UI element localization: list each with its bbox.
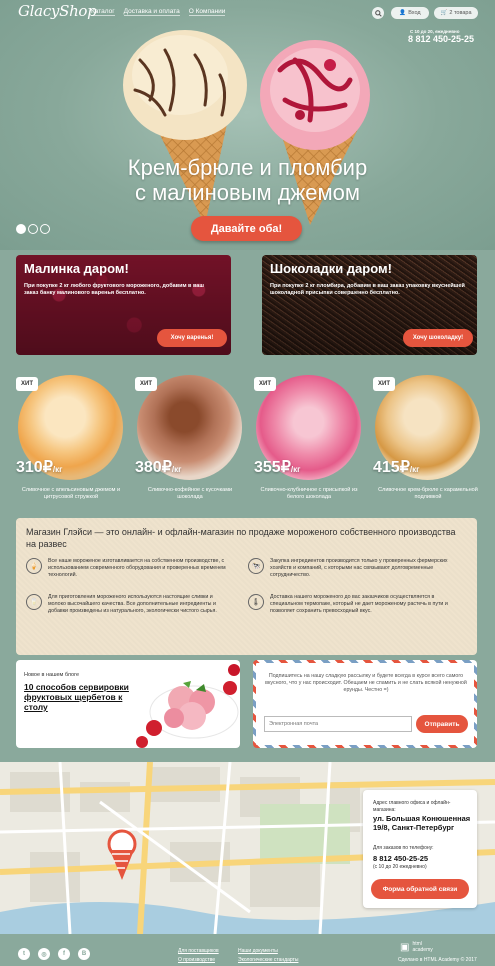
newsletter-card: Подпишитесь на нашу сладкую рассылку и б… xyxy=(253,660,477,748)
product-price: 310₽/кг xyxy=(16,459,63,476)
promo-button[interactable]: Хочу шоколадку! xyxy=(403,329,473,347)
feedback-button[interactable]: Форма обратной связи xyxy=(371,879,469,899)
feature-text: Доставка нашего мороженого до вас заказч… xyxy=(270,594,448,614)
email-field[interactable] xyxy=(264,716,412,732)
twitter-icon[interactable]: t xyxy=(18,948,30,960)
promo-text: При покупке 2 кг любого фруктового морож… xyxy=(24,283,204,296)
blog-card: Новое в нашем блоге 10 способов сервиров… xyxy=(16,660,240,748)
footer-link-suppliers[interactable]: Для поставщиков xyxy=(178,948,219,954)
footer-link-documents[interactable]: Наши документы xyxy=(238,948,278,954)
top-navigation: GlacyShop Каталог Доставка и оплата О Ко… xyxy=(0,0,495,26)
slider-dot-3[interactable] xyxy=(40,224,50,234)
promo-card-raspberry: Малинка даром! При покупке 2 кг любого ф… xyxy=(16,255,231,355)
product-name[interactable]: Сливочно-клубничное с присыпкой из белог… xyxy=(254,487,364,501)
credit-text: Сделано в HTML Academy © 2017 xyxy=(398,957,477,963)
facebook-icon[interactable]: f xyxy=(58,948,70,960)
promo-card-chocolate: Шоколадки даром! При покупке 2 кг пломби… xyxy=(262,255,477,355)
product-price: 380₽/кг xyxy=(135,459,182,476)
cart-icon: 🛒 xyxy=(440,10,448,16)
hit-badge: ХИТ xyxy=(16,377,38,391)
feature-text: Все наше мороженое изготавливается на со… xyxy=(48,558,226,578)
product-name[interactable]: Сливочное крем-брюле с карамельной подли… xyxy=(373,487,483,501)
subscribe-button[interactable]: Отправить xyxy=(416,715,468,733)
nav-about[interactable]: О Компании xyxy=(188,8,226,16)
about-section: Магазин Глэйси — это онлайн- и офлайн-ма… xyxy=(16,518,477,655)
nav-delivery[interactable]: Доставка и оплата xyxy=(123,8,180,16)
slider-dots xyxy=(16,224,50,234)
product-name[interactable]: Сливочное с апельсиновым джемом и цитрус… xyxy=(16,487,126,501)
instagram-icon[interactable]: ◎ xyxy=(38,948,50,960)
promo-title: Шоколадки даром! xyxy=(270,261,392,276)
promo-button[interactable]: Хочу варенья! xyxy=(157,329,227,347)
cart-button[interactable]: 🛒 2 товара xyxy=(434,7,478,19)
thermo-icon: 🌡 xyxy=(248,594,264,610)
footer-link-eco[interactable]: Экологические стандарты xyxy=(238,957,298,963)
slider-dot-2[interactable] xyxy=(28,224,38,234)
milk-icon: 🥛 xyxy=(26,594,42,610)
farm-icon: 🐄 xyxy=(248,558,264,574)
hero-title-line2: с малиновым джемом xyxy=(135,180,360,205)
newsletter-text: Подпишитесь на нашу сладкую рассылку и б… xyxy=(265,673,467,693)
search-icon xyxy=(374,9,382,17)
hero-title-line1: Крем-брюле и пломбир xyxy=(127,155,368,180)
product-price: 355₽/кг xyxy=(254,459,301,476)
feature-text: Для приготовления мороженого используютс… xyxy=(48,594,217,614)
search-button[interactable] xyxy=(372,7,384,19)
main-nav: Каталог Доставка и оплата О Компании xyxy=(91,8,226,16)
blog-link[interactable]: 10 способов сервировки фруктовых щербето… xyxy=(24,682,142,712)
footer: t ◎ f B Для поставщиков Наши документы О… xyxy=(0,934,495,966)
slider-dot-1[interactable] xyxy=(16,224,26,234)
product-price: 415₽/кг xyxy=(373,459,420,476)
blog-kicker: Новое в нашем блоге xyxy=(24,672,80,678)
contact-phone[interactable]: 8 812 450-25-25 xyxy=(373,854,428,863)
hero-title: Крем-брюле и пломбир с малиновым джемом xyxy=(60,155,435,205)
contact-card: Адрес главного офиса и офлайн-магазина: … xyxy=(363,790,477,908)
hit-badge: ХИТ xyxy=(135,377,157,391)
logo[interactable]: GlacyShop xyxy=(18,2,97,20)
address-label: Адрес главного офиса и офлайн-магазина: xyxy=(373,800,451,813)
feature-text: Закупка ингредиентов производится только… xyxy=(270,558,448,578)
ice-cream-icon: 🍦 xyxy=(26,558,42,574)
footer-link-production[interactable]: О производстве xyxy=(178,957,215,963)
hit-badge: ХИТ xyxy=(373,377,395,391)
user-icon: 👤 xyxy=(399,10,407,16)
login-label: Вход xyxy=(408,10,421,16)
academy-logo[interactable]: ▣ html academy xyxy=(400,941,433,953)
hero-cta-button[interactable]: Давайте оба! xyxy=(191,216,302,241)
academy-icon: ▣ xyxy=(400,942,410,953)
cart-label: 2 товара xyxy=(449,10,472,16)
phone-label: Для заказов по телефону: xyxy=(373,845,434,851)
address: ул. Большая Конюшенная 19/8, Санкт-Петер… xyxy=(373,814,471,832)
about-title: Магазин Глэйси — это онлайн- и офлайн-ма… xyxy=(26,527,456,549)
promo-text: При покупке 2 кг пломбира, добавим в ваш… xyxy=(270,283,465,296)
hit-badge: ХИТ xyxy=(254,377,276,391)
login-button[interactable]: 👤 Вход xyxy=(391,7,429,19)
promo-title: Малинка даром! xyxy=(24,261,129,276)
sherbet-image xyxy=(136,664,240,748)
hero-slider: GlacyShop Каталог Доставка и оплата О Ко… xyxy=(0,0,495,250)
product-name[interactable]: Сливочно-кофейное с кусочками шоколада xyxy=(135,487,245,501)
header-phone[interactable]: 8 812 450-25-25 xyxy=(408,34,474,44)
contact-hours: (с 10 до 20 ежедневно) xyxy=(373,864,427,870)
nav-catalog[interactable]: Каталог xyxy=(91,8,115,16)
vk-icon[interactable]: B xyxy=(78,948,90,960)
